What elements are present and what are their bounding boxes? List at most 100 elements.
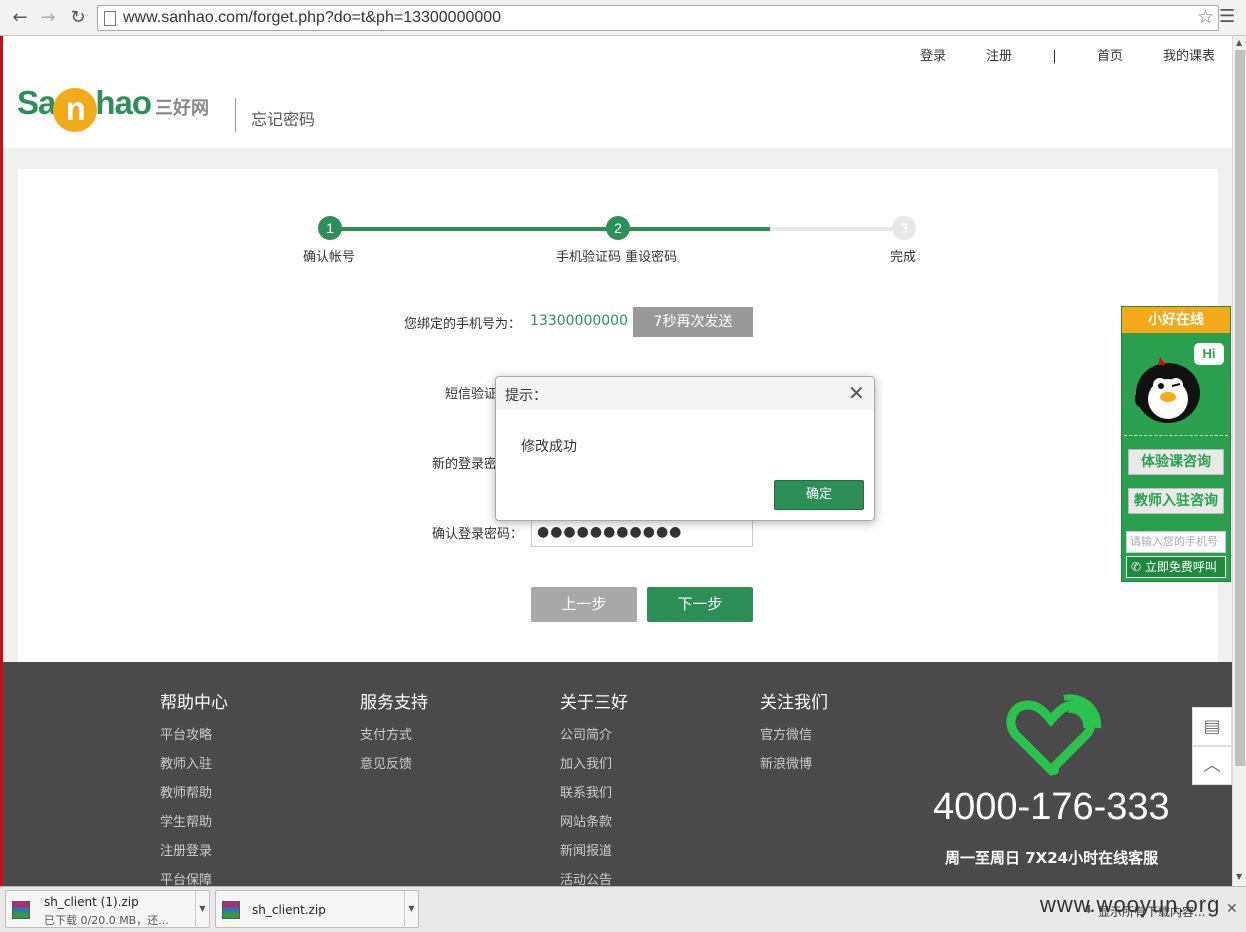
- footer-link[interactable]: 网站条款: [560, 811, 628, 840]
- logo-divider: [235, 98, 236, 132]
- logo-n-circle: n: [53, 88, 98, 132]
- footer-col-title: 服务支持: [360, 693, 428, 713]
- footer-link[interactable]: 活动公告: [560, 869, 628, 886]
- register-link[interactable]: 注册: [986, 49, 1012, 64]
- download-filename: sh_client.zip: [252, 903, 326, 917]
- footer-link[interactable]: 教师帮助: [160, 782, 228, 811]
- download-item[interactable]: sh_client (1).zip 已下载 0/20.0 MB，还... ▼: [5, 890, 210, 928]
- footer-link[interactable]: 新浪微博: [760, 753, 828, 782]
- bookmark-star-icon[interactable]: ☆: [1197, 6, 1214, 28]
- dialog-message: 修改成功: [521, 439, 577, 455]
- step-2-dot: 2: [606, 216, 630, 240]
- footer-link[interactable]: 联系我们: [560, 782, 628, 811]
- watermark: www.wooyun.org: [1040, 892, 1221, 917]
- progress-line-active: [330, 227, 770, 231]
- close-icon[interactable]: ✕: [1226, 901, 1238, 917]
- dialog-ok-button[interactable]: 确定: [774, 480, 864, 510]
- close-icon[interactable]: ✕: [848, 383, 865, 403]
- phone-icon: ✆: [1131, 560, 1145, 574]
- footer-link[interactable]: 教师入驻: [160, 753, 228, 782]
- next-step-button[interactable]: 下一步: [647, 587, 753, 622]
- widget-divider: [1124, 435, 1228, 436]
- address-bar[interactable]: www.sanhao.com/forget.php?do=t&ph=133000…: [97, 5, 1219, 31]
- feedback-icon[interactable]: ▤: [1192, 707, 1232, 746]
- footer-link[interactable]: 支付方式: [360, 724, 428, 753]
- footer-link[interactable]: 官方微信: [760, 724, 828, 753]
- footer-col-title: 关于三好: [560, 693, 628, 713]
- home-link[interactable]: 首页: [1097, 49, 1123, 64]
- logo[interactable]: Sa n hao 三好网: [17, 84, 209, 132]
- page-icon: [104, 11, 116, 26]
- dialog-header: 提示： ✕: [496, 377, 874, 410]
- widget-phone-input[interactable]: 请输入您的手机号: [1126, 531, 1226, 553]
- chat-widget-title: 小好在线: [1122, 307, 1230, 333]
- new-password-label: 新的登录密: [432, 457, 498, 472]
- sms-code-label: 短信验证: [445, 387, 498, 402]
- scroll-thumb[interactable]: [1235, 50, 1245, 766]
- free-call-button[interactable]: ✆ 立即免费呼叫: [1126, 556, 1226, 578]
- logo-text-sa: Sa: [17, 84, 56, 121]
- footer-col-title: 帮助中心: [160, 693, 228, 713]
- hotline-hours: 周一至周日 7X24小时在线客服: [945, 849, 1159, 867]
- chevron-down-icon[interactable]: ▼: [195, 891, 209, 927]
- confirm-password-label: 确认登录密码：: [432, 527, 524, 542]
- alert-dialog: 提示： ✕ 修改成功 确定: [495, 376, 875, 521]
- footer-link[interactable]: 意见反馈: [360, 753, 428, 782]
- footer-link[interactable]: 平台保障: [160, 869, 228, 886]
- chat-widget: 小好在线 Hi 体验课咨询 教师入驻咨询 请输入您的手机号 ✆ 立即免费呼叫: [1121, 306, 1231, 582]
- trial-consult-button[interactable]: 体验课咨询: [1128, 449, 1224, 475]
- page-scrollbar[interactable]: ▲ ▼: [1232, 36, 1246, 886]
- footer-col-help: 帮助中心 平台攻略 教师入驻 教师帮助 学生帮助 注册登录 平台保障: [160, 688, 228, 886]
- logo-cn-text: 三好网: [155, 98, 210, 118]
- login-link[interactable]: 登录: [920, 49, 946, 64]
- forward-icon[interactable]: →: [36, 6, 60, 30]
- chevron-down-icon[interactable]: ▼: [404, 891, 418, 927]
- free-call-label: 立即免费呼叫: [1144, 560, 1217, 574]
- download-status: 已下载 0/20.0 MB，还...: [44, 914, 169, 927]
- step-3-dot: 3: [892, 216, 916, 240]
- footer-link[interactable]: 注册登录: [160, 840, 228, 869]
- browser-toolbar: ← → ↻ www.sanhao.com/forget.php?do=t&ph=…: [0, 0, 1246, 36]
- resend-code-button[interactable]: 7秒再次发送: [633, 307, 753, 337]
- site-header: 登录 注册 | 首页 我的课表 Sa n hao 三好网 忘记密码: [3, 36, 1232, 148]
- page-title: 忘记密码: [251, 110, 316, 129]
- back-to-top-icon[interactable]: ︿: [1192, 746, 1232, 785]
- archive-icon: [12, 901, 30, 919]
- step-2-label: 手机验证码 重设密码: [556, 250, 678, 265]
- url-text: www.sanhao.com/forget.php?do=t&ph=133000…: [123, 9, 502, 26]
- dialog-title: 提示：: [505, 388, 547, 404]
- footer-link[interactable]: 平台攻略: [160, 724, 228, 753]
- teacher-consult-button[interactable]: 教师入驻咨询: [1128, 488, 1224, 514]
- step-3-label: 完成: [890, 250, 917, 265]
- footer-col-about: 关于三好 公司简介 加入我们 联系我们 网站条款 新闻报道 活动公告: [560, 688, 628, 886]
- scroll-down-icon[interactable]: ▼: [1236, 872, 1242, 881]
- back-icon[interactable]: ←: [8, 6, 32, 30]
- confirm-password-input[interactable]: ●●●●●●●●●●●: [531, 518, 753, 547]
- logo-text-hao: hao: [95, 84, 152, 121]
- footer-col-service: 服务支持 支付方式 意见反馈: [360, 688, 428, 782]
- site-footer: 帮助中心 平台攻略 教师入驻 教师帮助 学生帮助 注册登录 平台保障 服务支持 …: [3, 662, 1232, 886]
- download-filename: sh_client (1).zip: [44, 895, 139, 909]
- archive-icon: [222, 901, 240, 919]
- download-item[interactable]: sh_client.zip ▼: [215, 890, 419, 928]
- link-separator: |: [1052, 49, 1057, 64]
- phone-value: 13300000000: [530, 313, 628, 329]
- footer-link[interactable]: 学生帮助: [160, 811, 228, 840]
- step-1-dot: 1: [318, 216, 342, 240]
- footer-col-follow: 关注我们 官方微信 新浪微博: [760, 688, 828, 782]
- menu-icon[interactable]: ☰: [1219, 6, 1235, 27]
- footer-link[interactable]: 公司简介: [560, 724, 628, 753]
- hi-badge: Hi: [1194, 343, 1224, 365]
- prev-step-button[interactable]: 上一步: [531, 587, 637, 622]
- top-links: 登录 注册 | 首页 我的课表: [884, 45, 1215, 64]
- footer-link[interactable]: 新闻报道: [560, 840, 628, 869]
- reload-icon[interactable]: ↻: [66, 6, 90, 30]
- scroll-up-icon[interactable]: ▲: [1236, 38, 1242, 47]
- step-1-label: 确认帐号: [303, 250, 356, 265]
- hotline-number: 4000-176-333: [933, 786, 1170, 828]
- my-schedule-link[interactable]: 我的课表: [1163, 49, 1215, 64]
- phone-label: 您绑定的手机号为：: [404, 317, 522, 332]
- footer-link[interactable]: 加入我们: [560, 753, 628, 782]
- heart-headset-icon: [1006, 694, 1102, 777]
- footer-col-title: 关注我们: [760, 693, 828, 713]
